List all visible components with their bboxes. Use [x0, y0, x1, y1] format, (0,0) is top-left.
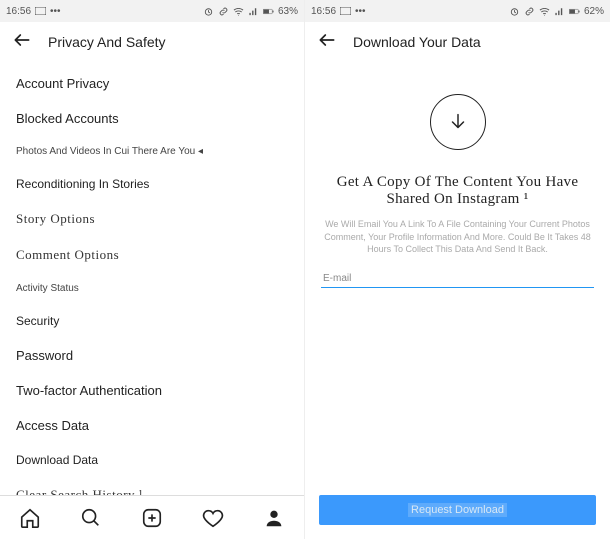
download-title: Get A Copy Of The Content You Have Share… — [319, 174, 596, 208]
download-circle-icon — [430, 94, 486, 150]
battery-percent: 62% — [584, 6, 604, 17]
more-icon: ••• — [355, 6, 366, 17]
arrow-left-icon — [12, 30, 32, 50]
profile-icon — [263, 507, 285, 529]
request-download-button[interactable]: Request Download — [319, 495, 596, 525]
signal-icon — [248, 6, 259, 17]
battery-icon — [263, 6, 274, 17]
item-two-factor[interactable]: Two-factor Authentication — [0, 373, 304, 408]
link-icon — [524, 6, 535, 17]
nav-search[interactable] — [79, 506, 103, 530]
signal-icon — [554, 6, 565, 17]
download-description: We Will Email You A Link To A File Conta… — [319, 218, 596, 256]
nav-activity[interactable] — [201, 506, 225, 530]
back-button[interactable] — [12, 30, 32, 55]
request-download-label: Request Download — [408, 503, 507, 517]
home-icon — [19, 507, 41, 529]
battery-percent: 63% — [278, 6, 298, 17]
bottom-nav — [0, 495, 304, 539]
page-title: Download Your Data — [353, 34, 481, 50]
alarm-icon — [509, 6, 520, 17]
settings-list: Account Privacy Blocked Accounts Photos … — [0, 62, 304, 517]
arrow-down-icon — [447, 111, 469, 133]
download-content: Get A Copy Of The Content You Have Share… — [305, 62, 610, 288]
item-download-data[interactable]: Download Data — [0, 443, 304, 477]
link-icon — [218, 6, 229, 17]
nav-home[interactable] — [18, 506, 42, 530]
sim-icon — [340, 7, 351, 15]
status-time: 16:56 — [6, 6, 31, 17]
item-security[interactable]: Security — [0, 304, 304, 338]
download-data-screen: 16:56 ••• 62% Download Your Data Get A C… — [305, 0, 610, 539]
plus-square-icon — [141, 507, 163, 529]
item-photos-videos[interactable]: Photos And Videos In Cui There Are You ◂ — [0, 136, 304, 167]
status-bar: 16:56 ••• 62% — [305, 0, 610, 22]
item-access-data[interactable]: Access Data — [0, 408, 304, 443]
battery-icon — [569, 6, 580, 17]
status-time: 16:56 — [311, 6, 336, 17]
item-blocked-accounts[interactable]: Blocked Accounts — [0, 101, 304, 136]
item-comment-options[interactable]: Comment Options — [0, 237, 304, 273]
item-activity-status[interactable]: Activity Status — [0, 273, 304, 304]
email-input[interactable]: E-mail — [321, 270, 594, 288]
item-reconditioning[interactable]: Reconditioning In Stories — [0, 167, 304, 201]
privacy-settings-screen: 16:56 ••• 63% Privacy And Safety Account… — [0, 0, 305, 539]
nav-profile[interactable] — [262, 506, 286, 530]
item-story-options[interactable]: Story Options — [0, 201, 304, 237]
arrow-left-icon — [317, 30, 337, 50]
search-icon — [80, 507, 102, 529]
page-title: Privacy And Safety — [48, 34, 166, 50]
app-header: Privacy And Safety — [0, 22, 304, 62]
status-bar: 16:56 ••• 63% — [0, 0, 304, 22]
item-account-privacy[interactable]: Account Privacy — [0, 66, 304, 101]
alarm-icon — [203, 6, 214, 17]
nav-add[interactable] — [140, 506, 164, 530]
wifi-icon — [233, 6, 244, 17]
heart-icon — [202, 507, 224, 529]
more-icon: ••• — [50, 6, 61, 17]
app-header: Download Your Data — [305, 22, 610, 62]
wifi-icon — [539, 6, 550, 17]
back-button[interactable] — [317, 30, 337, 55]
sim-icon — [35, 7, 46, 15]
item-password[interactable]: Password — [0, 338, 304, 373]
